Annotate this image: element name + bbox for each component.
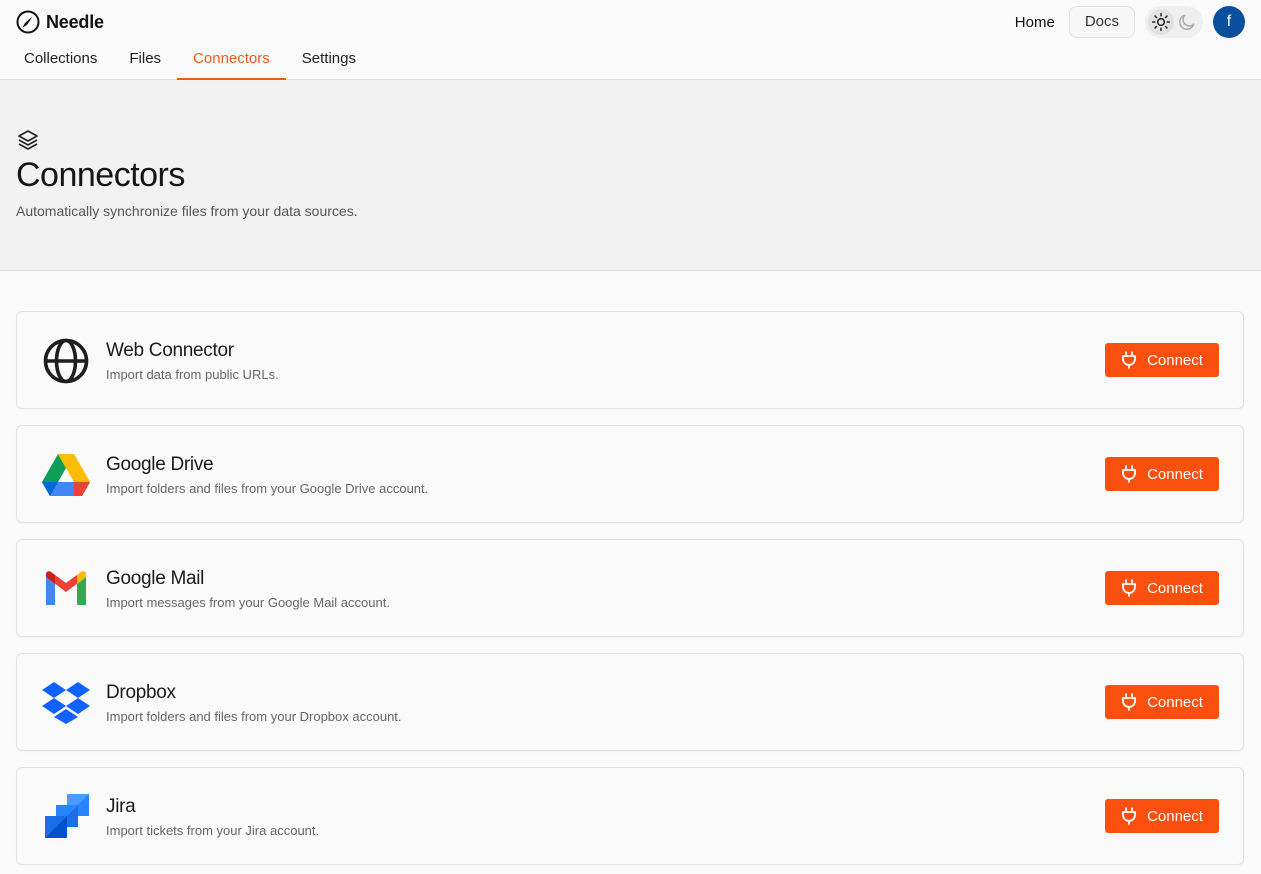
connect-button-web[interactable]: Connect [1105,343,1219,377]
plug-icon [1122,579,1136,597]
moon-icon [1179,14,1195,30]
connector-title: Google Drive [106,454,214,475]
connector-description: Import data from public URLs. [106,367,279,382]
connector-card-dropbox: Dropbox Import folders and files from yo… [16,653,1244,751]
connector-card-google-drive: Google Drive Import folders and files fr… [16,425,1244,523]
connector-title: Google Mail [106,568,205,589]
plug-icon [1122,465,1136,483]
connect-button-label: Connect [1147,579,1203,597]
dark-theme-button[interactable] [1174,9,1200,35]
globe-icon [41,337,91,385]
page-subtitle: Automatically synchronize files from you… [16,203,358,219]
connector-description: Import messages from your Google Mail ac… [106,595,390,610]
app-name: Needle [46,11,104,32]
plug-icon [1122,351,1136,369]
user-avatar[interactable]: f [1213,6,1245,38]
tab-files[interactable]: Files [113,40,177,80]
needle-logo-icon [16,10,40,34]
layers-icon [18,130,38,150]
sun-icon [1151,12,1171,32]
tab-connectors[interactable]: Connectors [177,40,286,80]
connect-button-label: Connect [1147,807,1203,825]
connector-card-google-mail: Google Mail Import messages from your Go… [16,539,1244,637]
connector-description: Import folders and files from your Dropb… [106,709,402,724]
top-bar: Needle Collections Files Connectors Sett… [0,0,1261,80]
connect-button-google-mail[interactable]: Connect [1105,571,1219,605]
connector-description: Import folders and files from your Googl… [106,481,429,496]
theme-toggle [1145,6,1203,38]
page-title: Connectors [16,156,185,194]
light-theme-button[interactable] [1148,9,1174,35]
connect-button-label: Connect [1147,693,1203,711]
connector-description: Import tickets from your Jira account. [106,823,320,838]
home-link[interactable]: Home [1015,14,1055,31]
connect-button-google-drive[interactable]: Connect [1105,457,1219,491]
connect-button-jira[interactable]: Connect [1105,799,1219,833]
connect-button-dropbox[interactable]: Connect [1105,685,1219,719]
plug-icon [1122,807,1136,825]
connector-title: Dropbox [106,682,176,703]
tab-settings[interactable]: Settings [286,40,372,80]
connect-button-label: Connect [1147,465,1203,483]
connector-list: Web Connector Import data from public UR… [16,311,1244,874]
jira-icon [41,793,91,841]
connector-title: Web Connector [106,340,234,361]
brand[interactable]: Needle [16,10,104,34]
tab-collections[interactable]: Collections [8,40,113,80]
connector-card-web: Web Connector Import data from public UR… [16,311,1244,409]
docs-button[interactable]: Docs [1068,6,1135,38]
top-right-controls: Home Docs f [1015,6,1245,38]
connect-button-label: Connect [1147,351,1203,369]
google-drive-icon [41,451,91,499]
dropbox-icon [41,679,91,727]
connector-card-jira: Jira Import tickets from your Jira accou… [16,767,1244,865]
connector-title: Jira [106,796,136,817]
main-tabs: Collections Files Connectors Settings [8,40,372,80]
page-header: Connectors Automatically synchronize fil… [0,80,1261,271]
gmail-icon [41,565,91,613]
plug-icon [1122,693,1136,711]
